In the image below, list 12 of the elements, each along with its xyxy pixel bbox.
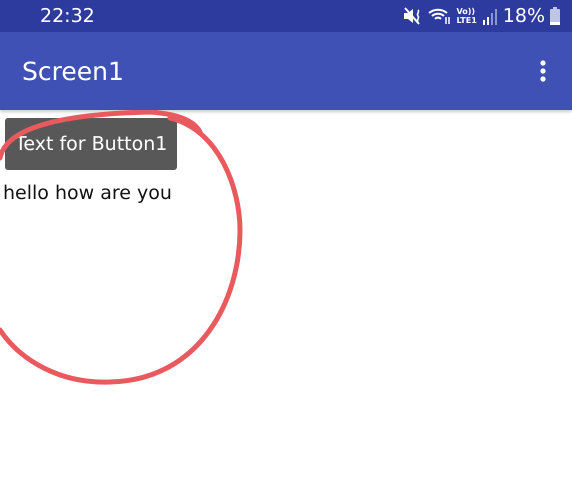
battery-percent: 18% xyxy=(502,5,545,27)
battery-icon xyxy=(550,7,560,25)
volte-label: Vo)) xyxy=(456,7,476,16)
signal-icon xyxy=(482,7,498,25)
menu-icon[interactable] xyxy=(540,60,546,82)
text-button[interactable]: Text for Button1 xyxy=(5,118,178,170)
hello-label: hello how are you xyxy=(3,182,172,204)
status-time: 22:32 xyxy=(40,5,95,27)
network-label: LTE1 xyxy=(456,16,477,25)
screen-title: Screen1 xyxy=(22,56,124,86)
wifi-icon xyxy=(428,7,452,25)
mute-icon xyxy=(402,7,422,25)
